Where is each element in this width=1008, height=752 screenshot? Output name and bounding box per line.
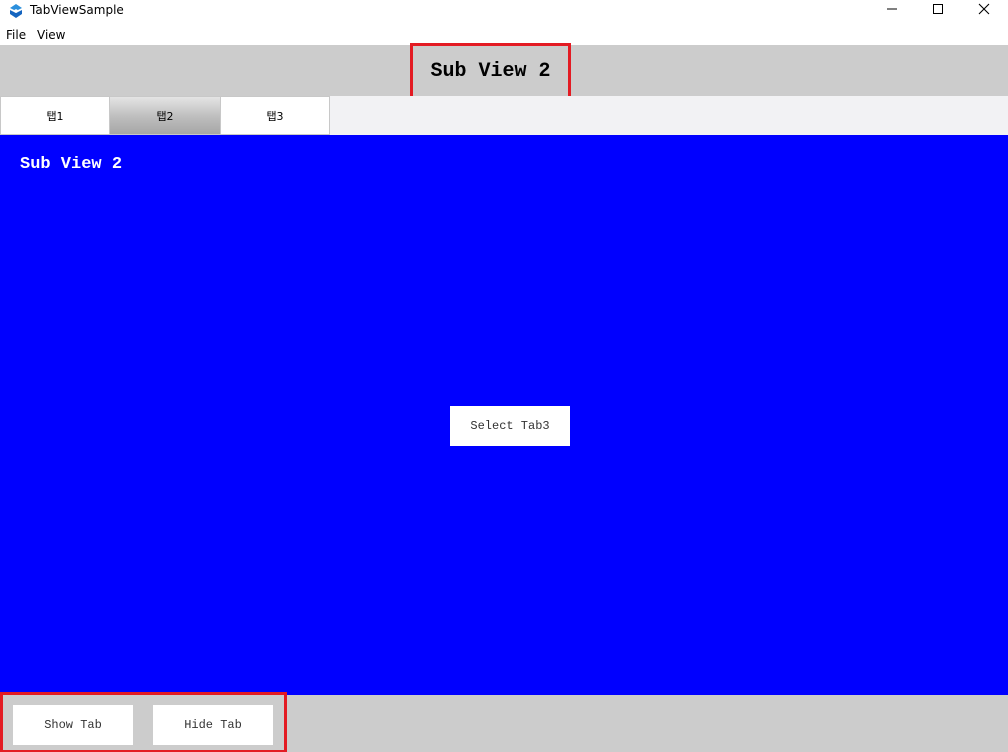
header-title-highlight: Sub View 2 <box>410 43 571 100</box>
minimize-icon <box>886 2 898 20</box>
tab-2[interactable]: 탭2 <box>109 96 221 135</box>
window-title: TabViewSample <box>30 3 124 17</box>
show-tab-button[interactable]: Show Tab <box>13 705 133 745</box>
maximize-icon <box>932 2 944 20</box>
minimize-button[interactable] <box>869 0 915 22</box>
tab-1[interactable]: 탭1 <box>0 96 110 135</box>
menu-bar: File View <box>0 25 1008 45</box>
close-icon <box>978 2 990 20</box>
maximize-button[interactable] <box>915 0 961 22</box>
header-title: Sub View 2 <box>430 60 551 83</box>
tab-3[interactable]: 탭3 <box>220 96 330 135</box>
menu-view[interactable]: View <box>37 28 65 42</box>
tab-strip: 탭1 탭2 탭3 <box>0 96 1008 135</box>
menu-file[interactable]: File <box>6 28 26 42</box>
app-logo-icon <box>8 3 24 19</box>
window-title-bar[interactable]: TabViewSample <box>0 0 1008 22</box>
footer-buttons-highlight: Show Tab Hide Tab <box>0 692 287 752</box>
content-panel: Sub View 2 Select Tab3 <box>0 135 1008 695</box>
close-button[interactable] <box>961 0 1007 22</box>
select-tab3-button[interactable]: Select Tab3 <box>450 406 570 446</box>
content-title: Sub View 2 <box>20 155 123 174</box>
hide-tab-button[interactable]: Hide Tab <box>153 705 273 745</box>
